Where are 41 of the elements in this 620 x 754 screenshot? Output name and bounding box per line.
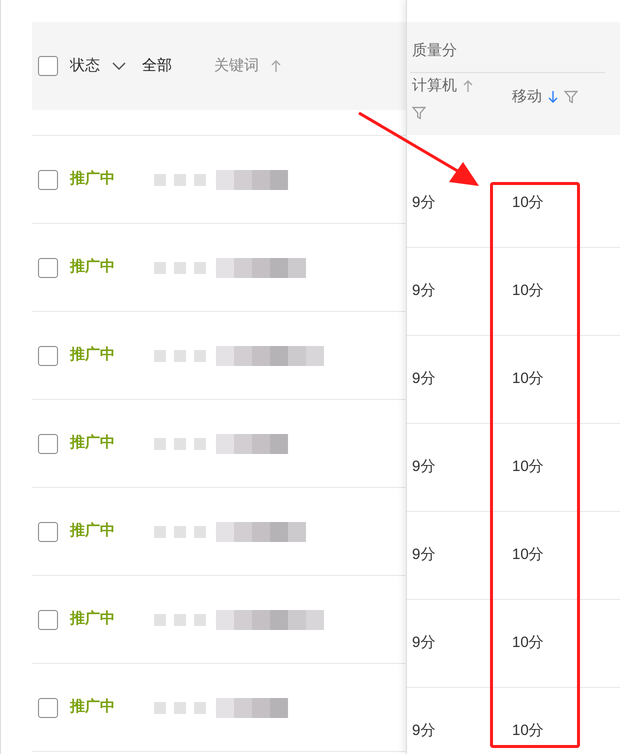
table-cell-text: 9分: [411, 193, 436, 214]
table-cell-text: 10分: [511, 721, 544, 742]
status-text: 推广中: [70, 697, 116, 718]
table-cell-text: 9分: [411, 369, 436, 390]
filter-icon[interactable]: [564, 90, 578, 104]
table-cell-text: 10分: [511, 193, 544, 214]
table-cell-text: 10分: [511, 633, 544, 654]
column-header: 计算机: [412, 76, 457, 96]
checkbox[interactable]: [38, 258, 58, 278]
table-cell-text: 9分: [411, 281, 436, 302]
table-cell-text: 10分: [511, 457, 544, 478]
table-cell-text: 10分: [511, 369, 544, 390]
table-cell-text: 9分: [411, 721, 436, 742]
column-header: 移动: [512, 86, 542, 107]
checkbox[interactable]: [38, 434, 58, 454]
status-text: 推广中: [70, 521, 116, 542]
checkbox[interactable]: [38, 610, 58, 630]
status-filter[interactable]: 全部: [142, 54, 172, 78]
table-cell-text: 10分: [511, 281, 544, 302]
table-cell-text: 9分: [411, 545, 436, 566]
column-group-header: 质量分: [411, 41, 458, 61]
status-text: 推广中: [70, 433, 116, 454]
status-text: 推广中: [70, 169, 116, 190]
filter-icon[interactable]: [412, 106, 426, 120]
table-cell-text: 9分: [411, 457, 436, 478]
status-text: 推广中: [70, 257, 116, 278]
status-text: 推广中: [70, 345, 116, 366]
checkbox[interactable]: [38, 346, 58, 366]
checkbox[interactable]: [38, 170, 58, 190]
checkbox[interactable]: [38, 56, 58, 76]
checkbox[interactable]: [38, 522, 58, 542]
column-header: 关键词: [214, 56, 259, 76]
sort-arrow-icon[interactable]: [463, 79, 473, 94]
sort-arrow-icon[interactable]: [548, 90, 558, 104]
table-cell-text: 10分: [511, 545, 544, 566]
checkbox[interactable]: [38, 698, 58, 718]
chevron-down-icon[interactable]: [112, 61, 126, 71]
table-cell-text: 9分: [411, 633, 436, 654]
column-header: 状态: [70, 56, 100, 76]
sort-arrow-icon[interactable]: [271, 59, 281, 73]
status-text: 推广中: [70, 609, 116, 630]
